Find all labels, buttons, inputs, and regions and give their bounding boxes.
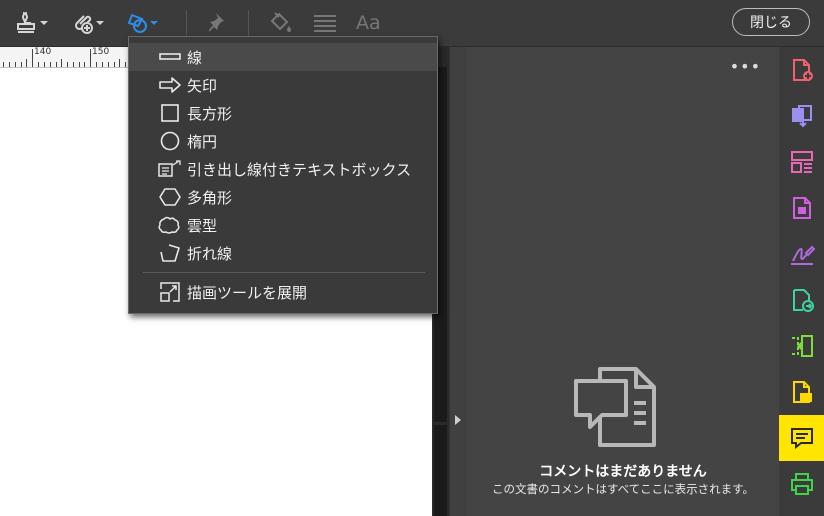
scrollbar-track[interactable]: [434, 425, 447, 516]
comments-panel: ••• コメントはまだありません この文書のコメントはすべてここに表示されます。: [467, 47, 779, 516]
ruler-tick: [38, 62, 39, 67]
font-label: Aa: [356, 12, 381, 34]
menu-item-label: 線: [187, 48, 203, 67]
menu-item-line[interactable]: 線: [129, 43, 437, 71]
menu-item-rectangle[interactable]: 長方形: [129, 99, 437, 127]
font-icon[interactable]: Aa: [356, 8, 381, 38]
ruler-tick: [15, 62, 16, 67]
ruler-tick: [32, 49, 33, 67]
ruler-tick: [9, 62, 10, 67]
sticky-note-icon[interactable]: [779, 369, 824, 415]
ruler-tick: [119, 59, 120, 67]
menu-item-ellipse[interactable]: 楕円: [129, 127, 437, 155]
menu-item-label: 雲型: [187, 216, 218, 235]
create-pdf-icon[interactable]: [779, 93, 824, 139]
menu-item-cloud[interactable]: 雲型: [129, 211, 437, 239]
export-icon[interactable]: [779, 277, 824, 323]
ruler-tick: [114, 62, 115, 67]
ruler-tick: [3, 62, 4, 67]
more-options-button[interactable]: •••: [730, 57, 761, 76]
ruler-tick: [21, 62, 22, 67]
ruler-tick: [67, 62, 68, 67]
ruler-tick: [84, 62, 85, 67]
ruler-tick: [56, 62, 57, 67]
menu-item-label: 引き出し線付きテキストボックス: [187, 160, 412, 179]
menu-divider: [143, 272, 425, 273]
close-button[interactable]: 閉じる: [732, 8, 810, 36]
cloud-icon: [157, 215, 183, 235]
fill-sign-icon[interactable]: [779, 231, 824, 277]
ruler-tick: [102, 62, 103, 67]
panel-divider[interactable]: [449, 47, 468, 516]
edit-pdf-icon[interactable]: [779, 185, 824, 231]
tools-rail: [779, 47, 824, 516]
fill-icon[interactable]: [266, 8, 294, 38]
polyline-icon: [157, 243, 183, 263]
text-callout-icon: [157, 159, 183, 179]
menu-item-text-callout[interactable]: 引き出し線付きテキストボックス: [129, 155, 437, 183]
print-production-icon[interactable]: [779, 461, 824, 507]
pin-icon[interactable]: [204, 8, 228, 38]
ruler-tick: [79, 62, 80, 67]
menu-item-label: 多角形: [187, 188, 233, 207]
ruler-tick: [61, 59, 62, 67]
organize-pages-icon[interactable]: [779, 139, 824, 185]
draw-shapes-icon[interactable]: [124, 8, 160, 38]
empty-comments-subtitle: この文書のコメントはすべてここに表示されます。: [491, 482, 755, 496]
menu-item-expand-tools[interactable]: 描画ツールを展開: [129, 278, 437, 306]
ruler-tick: [50, 62, 51, 67]
empty-comments-title: コメントはまだありません: [539, 464, 707, 480]
menu-item-label: 矢印: [187, 76, 218, 95]
ruler-tick: [44, 62, 45, 67]
menu-item-label: 描画ツールを展開: [187, 283, 308, 302]
ruler-tick: [26, 59, 27, 67]
stamp-icon[interactable]: [14, 8, 50, 38]
attach-icon[interactable]: [70, 8, 106, 38]
menu-item-label: 楕円: [187, 132, 218, 151]
toolbar-divider: [186, 10, 187, 36]
ruler-label: 150: [92, 47, 110, 57]
drawing-tools-menu: 線 矢印 長方形 楕円 引き出し線付きテキストボックス 多角形 雲型 折れ線 描…: [128, 36, 438, 314]
collapse-panel-icon[interactable]: [455, 415, 461, 425]
line-style-icon[interactable]: [312, 8, 338, 38]
arrow-icon: [157, 76, 183, 94]
polygon-icon: [157, 187, 183, 207]
ruler-tick: [90, 49, 91, 67]
compress-icon[interactable]: [779, 323, 824, 369]
ruler-label: 140: [34, 47, 52, 57]
rectangle-icon: [157, 103, 183, 123]
ruler-tick: [96, 62, 97, 67]
menu-item-label: 折れ線: [187, 244, 233, 263]
ruler-tick: [108, 62, 109, 67]
menu-item-polyline[interactable]: 折れ線: [129, 239, 437, 267]
line-icon: [157, 49, 183, 65]
menu-item-polygon[interactable]: 多角形: [129, 183, 437, 211]
menu-item-label: 長方形: [187, 104, 233, 123]
expand-icon: [157, 281, 183, 303]
comment-icon[interactable]: [779, 415, 824, 461]
ruler-tick: [73, 62, 74, 67]
export-pdf-icon[interactable]: [779, 47, 824, 93]
no-comments-icon: [574, 367, 656, 447]
ellipse-icon: [157, 130, 183, 152]
menu-item-arrow[interactable]: 矢印: [129, 71, 437, 99]
toolbar-divider: [248, 10, 249, 36]
ruler-tick: [125, 62, 126, 67]
